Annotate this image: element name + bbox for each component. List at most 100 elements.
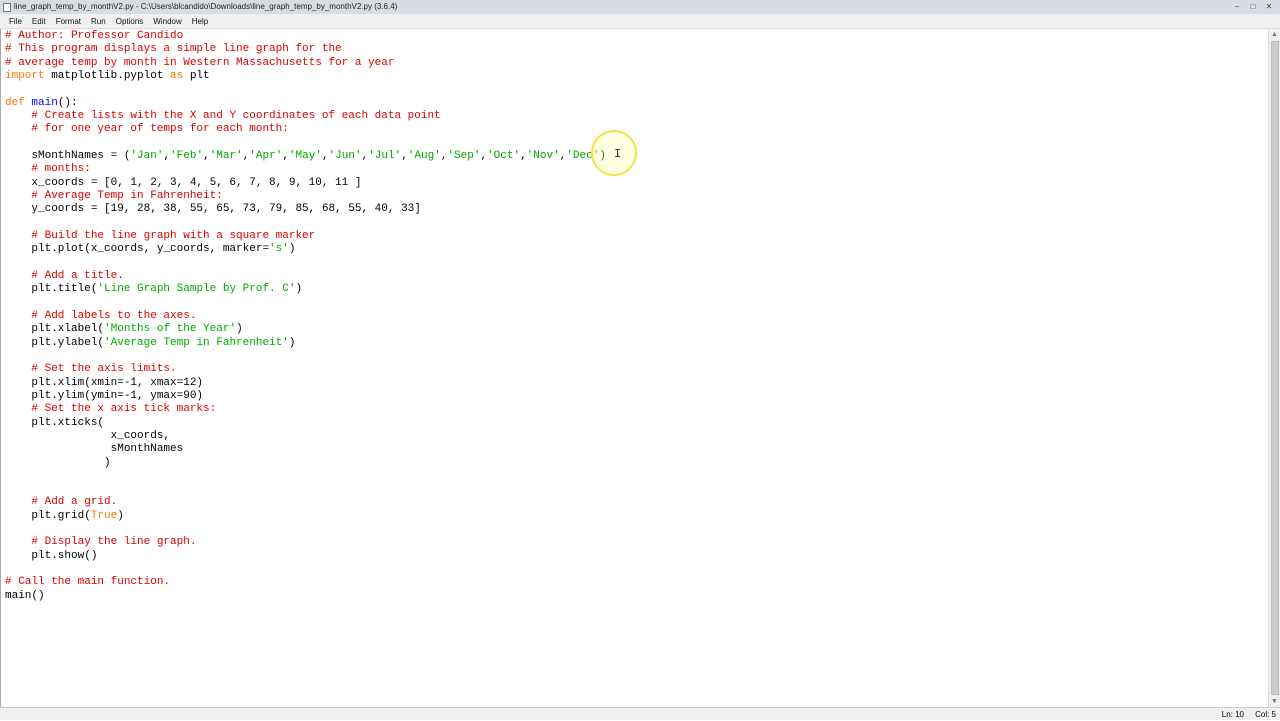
code-token-plain: plt.xlabel( (5, 323, 105, 336)
scroll-up-arrow-icon[interactable]: ▲ (1271, 31, 1278, 38)
code-token-comment: # Set the axis limits. (31, 363, 177, 376)
code-token-string: 'May' (288, 149, 322, 162)
menu-format[interactable]: Format (51, 14, 86, 28)
code-line: plt.plot(x_coords, y_coords, marker='s') (5, 243, 606, 256)
code-token-plain: ) (5, 456, 111, 469)
code-line: plt.title('Line Graph Sample by Prof. C'… (5, 283, 606, 296)
code-token-plain: sMonthNames (5, 443, 184, 456)
code-token-defname: main (31, 96, 58, 109)
close-button[interactable]: ✕ (1262, 1, 1276, 12)
menu-options[interactable]: Options (111, 14, 149, 28)
menu-window[interactable]: Window (148, 14, 186, 28)
code-line: y_coords = [19, 28, 38, 55, 65, 73, 79, … (5, 203, 606, 216)
code-token-plain: plt.ylabel( (5, 336, 105, 349)
title-bar: line_graph_temp_by_monthV2.py - C:\Users… (0, 0, 1280, 14)
code-token-plain: sMonthNames = ( (5, 149, 131, 162)
code-line: main() (5, 590, 606, 603)
code-token-plain: plt.xticks( (5, 416, 105, 429)
code-line: # for one year of temps for each month: (5, 123, 606, 136)
menu-help[interactable]: Help (187, 14, 213, 28)
minimize-button[interactable]: – (1230, 1, 1244, 12)
scroll-thumb[interactable] (1271, 41, 1279, 695)
code-line: # Build the line graph with a square mar… (5, 230, 606, 243)
code-token-string: 'Mar' (209, 149, 243, 162)
code-line: sMonthNames = ('Jan','Feb','Mar','Apr','… (5, 150, 606, 163)
code-token-string: 's' (269, 243, 289, 256)
code-token-comment: # Set the x axis tick marks: (31, 403, 217, 416)
code-token-comment: # This program displays a simple line gr… (5, 43, 342, 56)
code-token-string: 'Average Temp in Fahrenheit' (104, 336, 289, 349)
code-token-comment: # Add labels to the axes. (31, 309, 197, 322)
code-token-plain: , (203, 149, 210, 162)
i-beam-cursor-icon: I (614, 147, 622, 161)
scroll-down-arrow-icon[interactable]: ▼ (1271, 698, 1278, 705)
code-line: # Call the main function. (5, 576, 606, 589)
code-line: plt.ylim(ymin=-1, ymax=90) (5, 390, 606, 403)
code-token-plain: x_coords = [0, 1, 2, 3, 4, 5, 6, 7, 8, 9… (5, 176, 362, 189)
code-token-comment: # Average Temp in Fahrenheit: (31, 189, 223, 202)
code-line: # average temp by month in Western Massa… (5, 57, 606, 70)
code-line: # Add a title. (5, 270, 606, 283)
code-line: # Display the line graph. (5, 536, 606, 549)
code-token-plain: , (401, 149, 408, 162)
code-token-string: 'Feb' (170, 149, 204, 162)
menu-edit[interactable]: Edit (27, 14, 51, 28)
vertical-scrollbar[interactable]: ▲ ▼ (1268, 29, 1280, 707)
menu-file[interactable]: File (4, 14, 27, 28)
menu-bar: File Edit Format Run Options Window Help (0, 14, 1280, 29)
menu-run[interactable]: Run (86, 14, 111, 28)
code-token-comment: # for one year of temps for each month: (31, 123, 289, 136)
code-line: # Create lists with the X and Y coordina… (5, 110, 606, 123)
code-token-comment: # Create lists with the X and Y coordina… (31, 109, 441, 122)
code-token-comment: # Build the line graph with a square mar… (31, 229, 316, 242)
code-token-plain: (): (57, 96, 78, 109)
code-token-plain: plt.plot(x_coords, y_coords, marker= (5, 243, 270, 256)
code-token-plain: plt.xlim(xmin=-1, xmax=12) (5, 376, 204, 389)
code-line: plt.xticks( (5, 417, 606, 430)
code-token-string: 'Jun' (328, 149, 362, 162)
code-token-comment: # Call the main function. (5, 576, 171, 589)
code-token-plain: , (321, 149, 329, 162)
code-line: # This program displays a simple line gr… (5, 43, 606, 56)
code-token-plain: plt (183, 69, 210, 82)
code-line: # Set the x axis tick marks: (5, 403, 606, 416)
code-editor[interactable]: # Author: Professor Candido # This progra… (0, 29, 1268, 707)
code-line: x_coords = [0, 1, 2, 3, 4, 5, 6, 7, 8, 9… (5, 177, 606, 190)
code-token-plain: plt.title( (5, 283, 98, 296)
code-token-plain: plt.show() (5, 549, 98, 562)
code-line: ) (5, 457, 606, 470)
window-title: line_graph_temp_by_monthV2.py - C:\Users… (14, 2, 398, 11)
code-token-string: 'Line Graph Sample by Prof. C' (97, 283, 296, 296)
code-token-string: 'Oct' (487, 149, 521, 162)
code-token-plain: plt.ylim(ymin=-1, ymax=90) (5, 389, 204, 402)
code-token-plain: , (282, 149, 289, 162)
code-line: import matplotlib.pyplot as plt (5, 70, 606, 83)
code-text[interactable]: # Author: Professor Candido # This progra… (5, 30, 606, 603)
code-line: plt.grid(True) (5, 510, 606, 523)
code-token-keyword: as (170, 69, 184, 82)
code-line: plt.xlabel('Months of the Year') (5, 323, 606, 336)
code-token-plain: ) (236, 323, 243, 336)
code-token-plain: ) (295, 283, 303, 296)
maximize-button[interactable]: □ (1246, 1, 1260, 12)
code-line: # Author: Professor Candido (5, 30, 606, 43)
code-token-string: 'Nov' (526, 149, 560, 162)
code-token-comment: # Add a title. (31, 269, 124, 282)
code-line: # Set the axis limits. (5, 363, 606, 376)
code-token-keyword: True (90, 509, 118, 522)
code-line: sMonthNames (5, 443, 606, 456)
code-line: plt.show() (5, 550, 606, 563)
